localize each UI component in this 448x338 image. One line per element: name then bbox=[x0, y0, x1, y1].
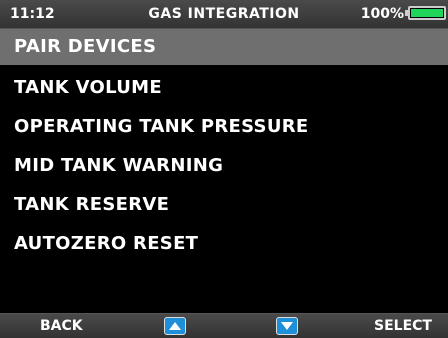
menu-item-label: OPERATING TANK PRESSURE bbox=[14, 116, 309, 137]
menu-list: PAIR DEVICES TANK VOLUME OPERATING TANK … bbox=[0, 29, 448, 266]
battery-icon bbox=[405, 6, 446, 20]
menu-item-operating-tank-pressure[interactable]: OPERATING TANK PRESSURE bbox=[0, 110, 448, 143]
down-button[interactable] bbox=[276, 317, 298, 335]
menu-item-label: PAIR DEVICES bbox=[14, 36, 157, 57]
softkey-bar: BACK SELECT bbox=[0, 313, 448, 338]
menu-item-label: TANK RESERVE bbox=[14, 194, 170, 215]
battery-terminal bbox=[405, 10, 408, 16]
menu-item-pair-devices[interactable]: PAIR DEVICES bbox=[0, 29, 448, 65]
menu-item-label: MID TANK WARNING bbox=[14, 155, 224, 176]
menu-item-mid-tank-warning[interactable]: MID TANK WARNING bbox=[0, 149, 448, 182]
menu-item-label: TANK VOLUME bbox=[14, 77, 162, 98]
battery-fill bbox=[411, 9, 443, 17]
up-arrow-icon bbox=[169, 322, 181, 330]
menu-item-tank-volume[interactable]: TANK VOLUME bbox=[0, 71, 448, 104]
down-arrow-icon bbox=[281, 322, 293, 330]
menu-item-autozero-reset[interactable]: AUTOZERO RESET bbox=[0, 227, 448, 260]
status-bar: 11:12 GAS INTEGRATION 100% bbox=[0, 0, 448, 29]
menu-item-tank-reserve[interactable]: TANK RESERVE bbox=[0, 188, 448, 221]
menu-item-label: AUTOZERO RESET bbox=[14, 233, 199, 254]
back-button[interactable]: BACK bbox=[40, 314, 83, 338]
battery-percentage: 100% bbox=[360, 6, 404, 22]
up-button[interactable] bbox=[164, 317, 186, 335]
select-button[interactable]: SELECT bbox=[374, 314, 432, 338]
